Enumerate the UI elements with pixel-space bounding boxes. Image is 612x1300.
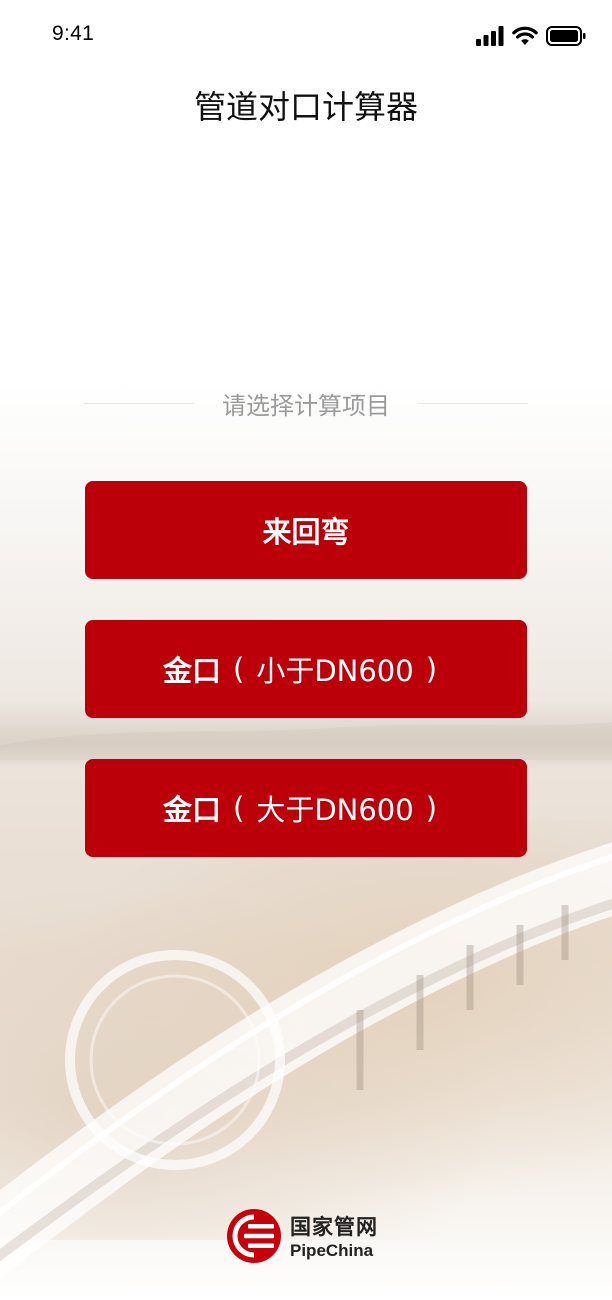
round-trip-bend-button[interactable]: 来回弯 [85, 481, 527, 579]
gold-joint-large-button[interactable]: 金口 ( 大于DN600 ) [85, 759, 527, 857]
divider-line-right [418, 402, 528, 404]
section-divider: 请选择计算项目 [84, 385, 528, 421]
status-icons [476, 24, 586, 48]
button-paren-open: ( [232, 791, 245, 825]
button-main-label: 来回弯 [262, 515, 350, 549]
logo-text: 国家管网 PipeChina [290, 1215, 378, 1260]
button-main-label: 金口 [162, 793, 221, 827]
gold-joint-small-button[interactable]: 金口 ( 小于DN600 ) [85, 620, 527, 718]
wifi-icon [512, 26, 538, 46]
divider-line-left [84, 402, 194, 404]
battery-icon [546, 26, 586, 46]
pipechina-logo-icon [226, 1208, 282, 1268]
logo-name-en: PipeChina [290, 1241, 374, 1260]
button-paren-close: ) [425, 791, 438, 825]
logo-name-cn: 国家管网 [290, 1215, 378, 1239]
button-paren-open: ( [232, 652, 245, 686]
page-title: 管道对口计算器 [193, 88, 418, 126]
button-paren-close: ) [425, 652, 438, 686]
pipechina-logo: 国家管网 PipeChina [226, 1208, 396, 1268]
button-main-label: 金口 [162, 654, 221, 688]
button-detail-label: 小于DN600 [256, 654, 414, 688]
button-detail-label: 大于DN600 [256, 793, 414, 827]
section-label: 请选择计算项目 [222, 391, 390, 420]
status-time: 9:41 [52, 22, 95, 45]
cellular-signal-icon [476, 26, 504, 46]
status-bar: 9:41 [0, 0, 612, 72]
